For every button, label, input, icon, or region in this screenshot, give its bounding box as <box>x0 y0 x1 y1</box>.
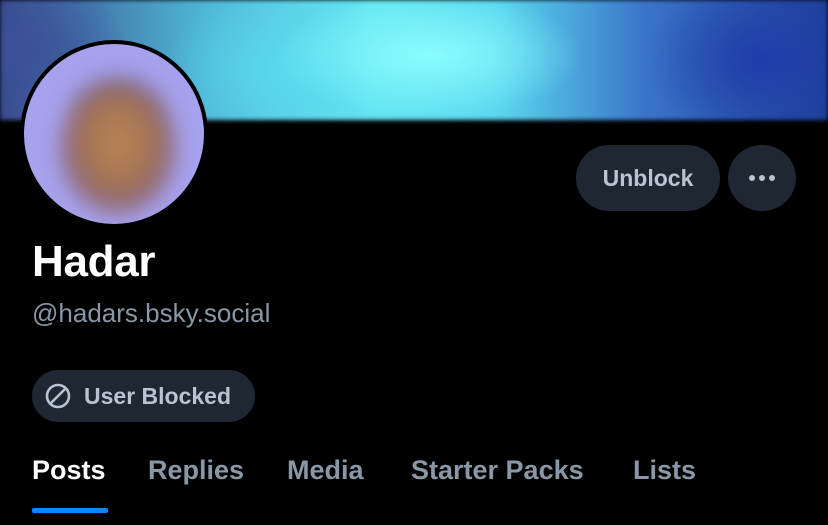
tab-replies[interactable]: Replies <box>148 452 244 488</box>
profile-tabs: Posts Replies Media Starter Packs Lists <box>0 440 828 525</box>
tab-posts[interactable]: Posts <box>32 452 106 488</box>
profile-page: Unblock Hadar @hadars.bsky.social User B… <box>0 0 828 525</box>
ellipsis-icon <box>749 175 775 181</box>
user-blocked-badge: User Blocked <box>32 370 255 422</box>
ban-icon <box>45 383 71 409</box>
tab-starter-packs[interactable]: Starter Packs <box>411 452 584 488</box>
display-name: Hadar <box>32 237 156 286</box>
avatar[interactable] <box>20 40 208 228</box>
tab-lists[interactable]: Lists <box>633 452 696 488</box>
avatar-face <box>60 84 176 214</box>
user-handle: @hadars.bsky.social <box>32 298 271 328</box>
tab-media[interactable]: Media <box>287 452 364 488</box>
active-tab-indicator <box>32 508 108 513</box>
unblock-button[interactable]: Unblock <box>576 145 720 211</box>
blocked-badge-label: User Blocked <box>84 382 232 409</box>
more-options-button[interactable] <box>728 145 796 211</box>
